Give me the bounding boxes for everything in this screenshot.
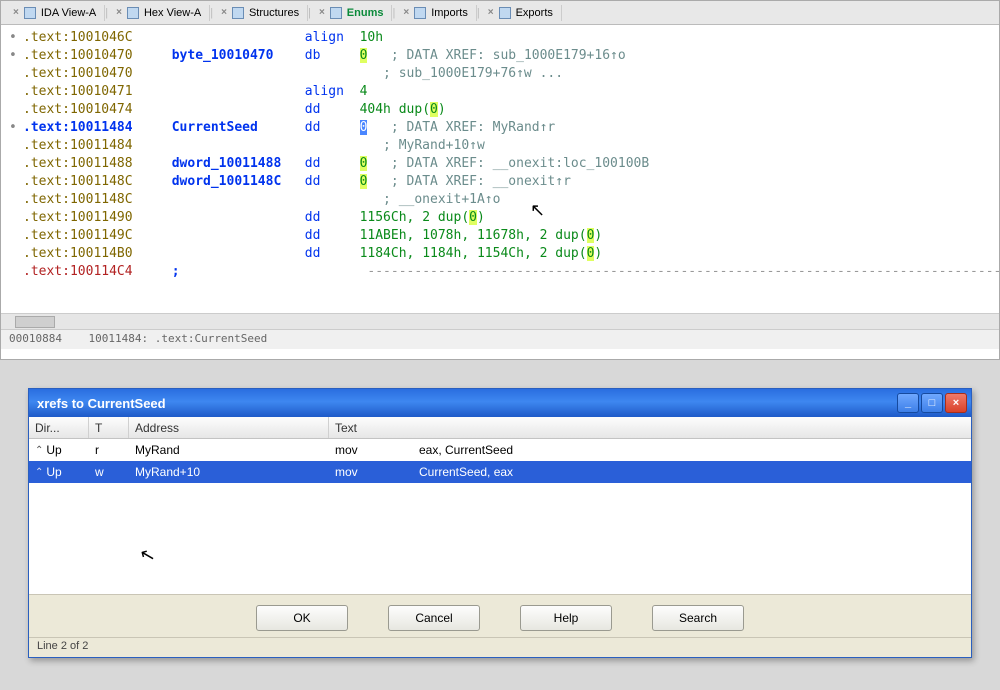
close-tab-icon[interactable]: × — [221, 7, 227, 18]
tab-bar: ×IDA View-A | ×Hex View-A | ×Structures … — [1, 1, 999, 25]
ok-button[interactable]: OK — [256, 605, 348, 631]
cancel-button[interactable]: Cancel — [388, 605, 480, 631]
tab-label: Structures — [249, 7, 299, 19]
disasm-line[interactable]: •.text:10011484 CurrentSeed dd 0 ; DATA … — [9, 119, 999, 137]
dialog-title: xrefs to CurrentSeed — [37, 396, 897, 411]
xref-type: w — [89, 465, 129, 479]
dialog-statusbar: Line 2 of 2 — [29, 637, 971, 657]
col-address[interactable]: Address — [129, 417, 329, 438]
close-tab-icon[interactable]: × — [488, 7, 494, 18]
ida-main-window: ×IDA View-A | ×Hex View-A | ×Structures … — [0, 0, 1000, 360]
help-button[interactable]: Help — [520, 605, 612, 631]
close-button[interactable]: × — [945, 393, 967, 413]
disasm-status-line: 00010884 10011484: .text:CurrentSeed — [1, 329, 999, 349]
list-header[interactable]: Dir... T Address Text — [29, 417, 971, 439]
horizontal-scrollbar[interactable] — [1, 313, 999, 329]
tab-label: Enums — [347, 7, 384, 19]
scrollbar-thumb[interactable] — [15, 316, 55, 328]
minimize-button[interactable]: _ — [897, 393, 919, 413]
tab-icon — [499, 7, 511, 19]
tab-exports[interactable]: × Exports — [480, 5, 562, 21]
disasm-line[interactable]: .text:100114B0 dd 1184Ch, 1184h, 1154Ch,… — [9, 245, 999, 263]
direction-icon: ⌃ — [35, 445, 43, 456]
xrefs-dialog: xrefs to CurrentSeed _ □ × Dir... T Addr… — [28, 388, 972, 658]
tab-icon — [330, 7, 342, 19]
tab-label: Imports — [431, 7, 468, 19]
tab-icon — [414, 7, 426, 19]
disasm-line[interactable]: .text:100114C4 ; -----------------------… — [9, 263, 999, 281]
tab-label: IDA View-A — [41, 7, 96, 19]
xref-row[interactable]: ⌃UpwMyRand+10movCurrentSeed, eax — [29, 461, 971, 483]
xrefs-list[interactable]: ⌃UprMyRandmoveax, CurrentSeed⌃UpwMyRand+… — [29, 439, 971, 594]
col-text[interactable]: Text — [329, 417, 971, 438]
close-tab-icon[interactable]: × — [13, 7, 19, 18]
disasm-line[interactable]: .text:10011490 dd 1156Ch, 2 dup(0) — [9, 209, 999, 227]
dialog-titlebar[interactable]: xrefs to CurrentSeed _ □ × — [29, 389, 971, 417]
search-button[interactable]: Search — [652, 605, 744, 631]
tab-structures[interactable]: × Structures — [213, 5, 308, 21]
xref-text: moveax, CurrentSeed — [329, 443, 971, 457]
close-tab-icon[interactable]: × — [319, 7, 325, 18]
disasm-line[interactable]: .text:1001148C ; __onexit+1A↑o — [9, 191, 999, 209]
disasm-line[interactable]: .text:10011484 ; MyRand+10↑w — [9, 137, 999, 155]
disasm-line[interactable]: .text:10010474 dd 404h dup(0) — [9, 101, 999, 119]
dialog-button-row: OK Cancel Help Search — [29, 594, 971, 637]
disasm-line[interactable]: .text:1001149C dd 11ABEh, 1078h, 11678h,… — [9, 227, 999, 245]
tab-label: Exports — [516, 7, 553, 19]
disasm-line[interactable]: •.text:1001046C align 10h — [9, 29, 999, 47]
disasm-line[interactable]: .text:10011488 dword_10011488 dd 0 ; DAT… — [9, 155, 999, 173]
tab-hex-view-a[interactable]: × Hex View-A — [108, 5, 210, 21]
status-address: 10011484: .text:CurrentSeed — [88, 332, 267, 345]
tab-icon — [127, 7, 139, 19]
tab-icon — [232, 7, 244, 19]
disasm-line[interactable]: •.text:10010470 byte_10010470 db 0 ; DAT… — [9, 47, 999, 65]
tab-imports[interactable]: × Imports — [395, 5, 477, 21]
disasm-line[interactable]: .text:1001148C dword_1001148C dd 0 ; DAT… — [9, 173, 999, 191]
tab-enums[interactable]: × Enums — [311, 5, 393, 21]
disassembly-view[interactable]: •.text:1001046C align 10h•.text:10010470… — [1, 25, 999, 313]
disasm-line[interactable]: .text:10010471 align 4 — [9, 83, 999, 101]
xref-text: movCurrentSeed, eax — [329, 465, 971, 479]
status-offset: 00010884 — [9, 332, 62, 345]
xref-direction: ⌃Up — [29, 443, 89, 457]
xref-direction: ⌃Up — [29, 465, 89, 479]
col-direction[interactable]: Dir... — [29, 417, 89, 438]
close-tab-icon[interactable]: × — [403, 7, 409, 18]
disasm-line[interactable]: .text:10010470 ; sub_1000E179+76↑w ... — [9, 65, 999, 83]
xref-address: MyRand+10 — [129, 465, 329, 479]
xref-row[interactable]: ⌃UprMyRandmoveax, CurrentSeed — [29, 439, 971, 461]
xref-address: MyRand — [129, 443, 329, 457]
maximize-button[interactable]: □ — [921, 393, 943, 413]
col-type[interactable]: T — [89, 417, 129, 438]
xref-type: r — [89, 443, 129, 457]
tab-label: Hex View-A — [144, 7, 201, 19]
tab-icon — [24, 7, 36, 19]
close-tab-icon[interactable]: × — [116, 7, 122, 18]
tab-ida-view-a[interactable]: × IDA View-A — [5, 5, 105, 21]
direction-icon: ⌃ — [35, 467, 43, 478]
